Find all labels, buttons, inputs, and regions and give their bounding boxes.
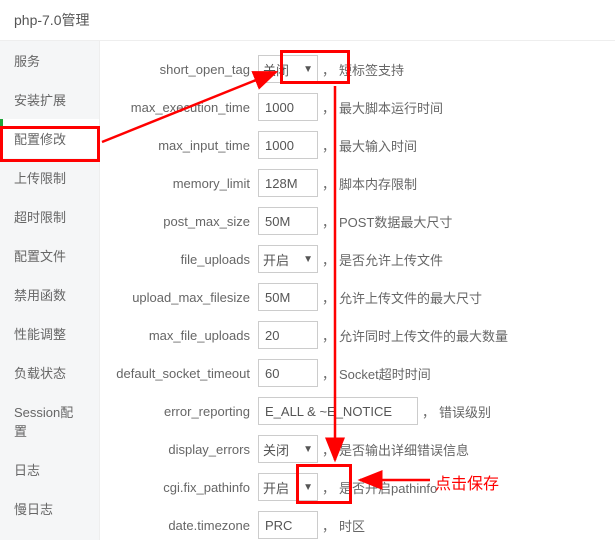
chevron-down-icon: ▼	[303, 482, 313, 493]
sidebar-item-4[interactable]: 超时限制	[0, 197, 99, 236]
setting-label: date.timezone	[110, 518, 258, 533]
setting-row-default_socket_timeout: default_socket_timeout ，Socket超时时间	[110, 359, 605, 387]
setting-select-file_uploads[interactable]: 开启 ▼	[258, 245, 318, 273]
separator: ，	[322, 364, 335, 383]
select-value: 关闭	[263, 60, 289, 79]
setting-input-default_socket_timeout[interactable]	[258, 359, 318, 387]
setting-label: cgi.fix_pathinfo	[110, 480, 258, 495]
setting-row-memory_limit: memory_limit ，脚本内存限制	[110, 169, 605, 197]
chevron-down-icon: ▼	[303, 64, 313, 75]
chevron-down-icon: ▼	[303, 254, 313, 265]
setting-select-display_errors[interactable]: 关闭 ▼	[258, 435, 318, 463]
setting-row-error_reporting: error_reporting ，错误级别	[110, 397, 605, 425]
sidebar: 服务安装扩展配置修改上传限制超时限制配置文件禁用函数性能调整负载状态Sessio…	[0, 41, 100, 540]
separator: ，	[322, 250, 335, 269]
setting-label: memory_limit	[110, 176, 258, 191]
setting-input-post_max_size[interactable]	[258, 207, 318, 235]
setting-input-max_execution_time[interactable]	[258, 93, 318, 121]
sidebar-item-0[interactable]: 服务	[0, 41, 99, 80]
setting-label: max_file_uploads	[110, 328, 258, 343]
sidebar-item-8[interactable]: 负载状态	[0, 353, 99, 392]
setting-label: upload_max_filesize	[110, 290, 258, 305]
sidebar-item-2[interactable]: 配置修改	[0, 119, 99, 158]
setting-desc: 短标签支持	[339, 60, 404, 79]
sidebar-item-10[interactable]: 日志	[0, 450, 99, 489]
separator: ，	[322, 60, 335, 79]
setting-label: max_input_time	[110, 138, 258, 153]
setting-row-date.timezone: date.timezone ，时区	[110, 511, 605, 539]
setting-select-short_open_tag[interactable]: 关闭 ▼	[258, 55, 318, 83]
sidebar-item-9[interactable]: Session配置	[0, 392, 99, 450]
title-text: php-7.0管理	[14, 12, 89, 28]
separator: ，	[322, 516, 335, 535]
setting-row-short_open_tag: short_open_tag 关闭 ▼ ，短标签支持	[110, 55, 605, 83]
settings-panel: short_open_tag关闭▼，短标签支持max_execution_tim…	[100, 41, 615, 540]
setting-row-upload_max_filesize: upload_max_filesize ，允许上传文件的最大尺寸	[110, 283, 605, 311]
setting-label: file_uploads	[110, 252, 258, 267]
sidebar-item-1[interactable]: 安装扩展	[0, 80, 99, 119]
setting-desc: 是否允许上传文件	[339, 250, 443, 269]
sidebar-item-6[interactable]: 禁用函数	[0, 275, 99, 314]
setting-desc: 脚本内存限制	[339, 174, 417, 193]
separator: ，	[322, 98, 335, 117]
setting-desc: 最大输入时间	[339, 136, 417, 155]
setting-desc: 允许同时上传文件的最大数量	[339, 326, 508, 345]
setting-desc: Socket超时时间	[339, 364, 431, 383]
separator: ，	[322, 288, 335, 307]
setting-desc: 错误级别	[439, 402, 491, 421]
separator: ，	[322, 478, 335, 497]
setting-input-date.timezone[interactable]	[258, 511, 318, 539]
select-value: 开启	[263, 478, 289, 497]
setting-row-post_max_size: post_max_size ，POST数据最大尺寸	[110, 207, 605, 235]
setting-desc: 允许上传文件的最大尺寸	[339, 288, 482, 307]
setting-row-cgi.fix_pathinfo: cgi.fix_pathinfo 开启 ▼ ，是否开启pathinfo	[110, 473, 605, 501]
setting-label: default_socket_timeout	[110, 366, 258, 381]
setting-label: display_errors	[110, 442, 258, 457]
setting-desc: 是否输出详细错误信息	[339, 440, 469, 459]
setting-label: error_reporting	[110, 404, 258, 419]
setting-input-max_file_uploads[interactable]	[258, 321, 318, 349]
sidebar-item-7[interactable]: 性能调整	[0, 314, 99, 353]
setting-input-error_reporting[interactable]	[258, 397, 418, 425]
separator: ，	[322, 212, 335, 231]
setting-row-file_uploads: file_uploads 开启 ▼ ，是否允许上传文件	[110, 245, 605, 273]
sidebar-item-11[interactable]: 慢日志	[0, 489, 99, 528]
setting-input-upload_max_filesize[interactable]	[258, 283, 318, 311]
sidebar-item-3[interactable]: 上传限制	[0, 158, 99, 197]
separator: ，	[322, 440, 335, 459]
setting-desc: 最大脚本运行时间	[339, 98, 443, 117]
setting-label: post_max_size	[110, 214, 258, 229]
chevron-down-icon: ▼	[303, 444, 313, 455]
separator: ，	[322, 326, 335, 345]
main-layout: 服务安装扩展配置修改上传限制超时限制配置文件禁用函数性能调整负载状态Sessio…	[0, 41, 615, 540]
setting-input-memory_limit[interactable]	[258, 169, 318, 197]
select-value: 关闭	[263, 440, 289, 459]
setting-input-max_input_time[interactable]	[258, 131, 318, 159]
setting-row-max_execution_time: max_execution_time ，最大脚本运行时间	[110, 93, 605, 121]
setting-desc: 是否开启pathinfo	[339, 478, 437, 497]
setting-label: max_execution_time	[110, 100, 258, 115]
separator: ，	[322, 174, 335, 193]
setting-select-cgi.fix_pathinfo[interactable]: 开启 ▼	[258, 473, 318, 501]
separator: ，	[422, 402, 435, 421]
setting-desc: 时区	[339, 516, 365, 535]
setting-desc: POST数据最大尺寸	[339, 212, 452, 231]
window-title: php-7.0管理	[0, 0, 615, 41]
setting-row-max_file_uploads: max_file_uploads ，允许同时上传文件的最大数量	[110, 321, 605, 349]
sidebar-item-5[interactable]: 配置文件	[0, 236, 99, 275]
setting-row-max_input_time: max_input_time ，最大输入时间	[110, 131, 605, 159]
annotation-save-hint: 点击保存	[435, 470, 499, 494]
separator: ，	[322, 136, 335, 155]
select-value: 开启	[263, 250, 289, 269]
setting-label: short_open_tag	[110, 62, 258, 77]
setting-row-display_errors: display_errors 关闭 ▼ ，是否输出详细错误信息	[110, 435, 605, 463]
